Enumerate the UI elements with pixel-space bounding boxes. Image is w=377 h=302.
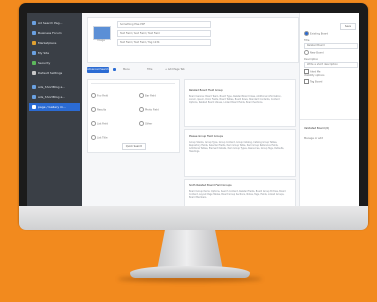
- screen: Ad Search Pag... Business Forum Marketpl…: [27, 13, 359, 206]
- sidebar-item-marketplace[interactable]: Marketplace: [29, 39, 80, 47]
- gallery-icon: [32, 105, 36, 109]
- option-bar[interactable]: Bar Field: [139, 93, 156, 98]
- blog-icon: [32, 95, 36, 99]
- new-board-option[interactable]: New Board: [304, 50, 324, 55]
- board-title-input[interactable]: Related Board: [304, 43, 358, 49]
- card: Sixth Related Board Field Groups Board G…: [184, 179, 296, 206]
- cart-icon: [32, 41, 36, 45]
- grid-icon[interactable]: [113, 68, 116, 71]
- radio-icon: [304, 31, 309, 36]
- image-thumbnail[interactable]: [93, 26, 111, 40]
- option-list[interactable]: List Field: [91, 121, 108, 126]
- search-form-panel: [87, 79, 180, 153]
- visibility-label: Visibility options: [304, 74, 325, 77]
- option-list-title[interactable]: List Title: [91, 135, 108, 140]
- sidebar-item-default-settings[interactable]: Default Settings: [29, 69, 80, 77]
- divider: [91, 83, 175, 84]
- radio-icon: [139, 121, 144, 126]
- tag-board-checkbox[interactable]: Tag Board: [304, 79, 322, 84]
- sidebar-item-ad-search[interactable]: Ad Search Pag...: [29, 19, 80, 27]
- card-text: Board Genres: Board Team, Board Type, Re…: [189, 95, 282, 104]
- title-label: Title: [304, 39, 310, 42]
- card-title: Sixth Related Board Field Groups: [189, 184, 232, 187]
- option-photo[interactable]: Photo Field: [139, 107, 159, 112]
- card-title: Please Group Field Groups: [189, 135, 224, 138]
- sidebar-item-business-forum[interactable]: Business Forum: [29, 29, 80, 37]
- title-tab[interactable]: Title: [147, 68, 152, 71]
- subtitle-field[interactable]: Text Field / text Field / Text Field: [117, 30, 211, 37]
- existing-board-option[interactable]: Existing Board: [304, 31, 328, 36]
- card-text: Group Stacks, Group Type, Group Content,…: [189, 141, 285, 153]
- monitor-stand-neck: [157, 230, 223, 270]
- card: Related Board Field Group Board Genres: …: [184, 79, 296, 127]
- gear-icon: [32, 71, 36, 75]
- card-text: Board Group Items: Options, Search Conte…: [189, 190, 286, 199]
- save-button[interactable]: Save: [340, 23, 356, 30]
- pages-icon: [32, 21, 36, 25]
- sidebar-item-security[interactable]: Security: [29, 59, 80, 67]
- quick-search-button[interactable]: Quick Search: [122, 143, 146, 150]
- radio-icon: [91, 121, 96, 126]
- forum-icon: [32, 31, 36, 35]
- thumbnail-caption: Image: [97, 39, 105, 42]
- blog-icon: [32, 85, 36, 89]
- card-title: Related Board Field Group: [189, 89, 223, 92]
- site-icon: [32, 51, 36, 55]
- card: Please Group Field Groups Group Stacks, …: [184, 129, 296, 177]
- section-title: Validated Board (0): [304, 127, 330, 130]
- radio-icon: [139, 93, 144, 98]
- sidebar: Ad Search Pag... Business Forum Marketpl…: [27, 13, 82, 206]
- title-field[interactable]: Something Else PDF: [117, 21, 211, 28]
- right-panel: Save Existing Board Title Related Board …: [299, 13, 359, 206]
- radio-icon: [91, 107, 96, 112]
- description-label: Description: [304, 58, 319, 61]
- shield-icon: [32, 61, 36, 65]
- option-other[interactable]: Other: [139, 121, 152, 126]
- menu-tab[interactable]: Menu: [123, 68, 130, 71]
- checkbox-icon: [304, 79, 309, 84]
- advanced-search-button[interactable]: Advanced Search: [87, 67, 109, 73]
- tags-field[interactable]: Text Field / Text Field / Tag 1234: [117, 39, 211, 46]
- option-foo[interactable]: Foo Field: [91, 93, 108, 98]
- radio-icon: [139, 107, 144, 112]
- sidebar-item-shortblog-1[interactable]: ads_ShortBlog a...: [29, 83, 80, 91]
- divider: [300, 119, 359, 120]
- sidebar-item-shortblog-2[interactable]: ads_ShortBlog a...: [29, 93, 80, 101]
- section-subtitle: Manage or edit: [304, 137, 323, 140]
- sidebar-item-gallery[interactable]: page / Gallery m...: [29, 103, 80, 111]
- monitor-chin: [19, 206, 368, 230]
- radio-icon: [304, 50, 309, 55]
- monitor-stand-base: [130, 266, 250, 278]
- radio-icon: [91, 93, 96, 98]
- sidebar-item-my-site[interactable]: My Site: [29, 49, 80, 57]
- add-page-tab-link[interactable]: + Add Page Tab: [165, 68, 185, 71]
- description-input[interactable]: Write a short description: [304, 62, 358, 68]
- radio-icon: [91, 135, 96, 140]
- option-results[interactable]: Results: [91, 107, 106, 112]
